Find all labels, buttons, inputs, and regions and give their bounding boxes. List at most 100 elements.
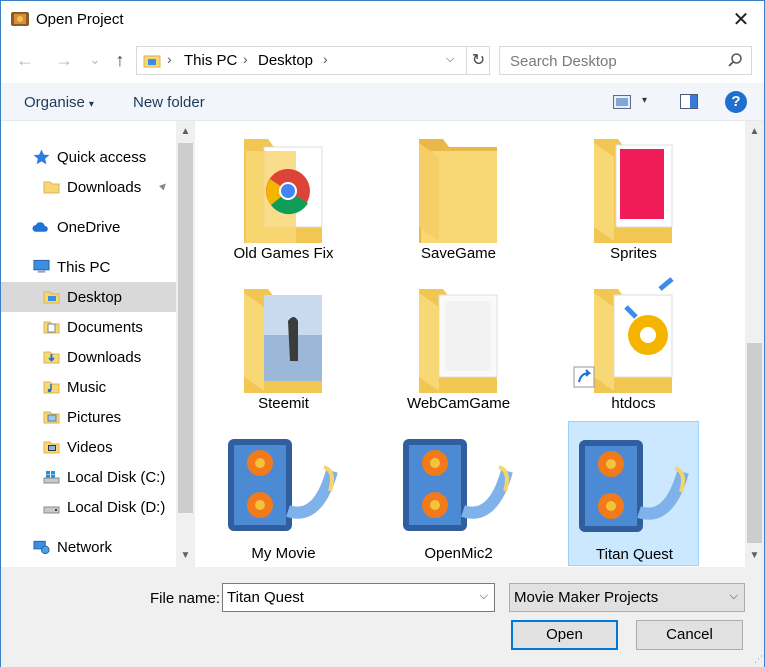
sidebar-item-videos[interactable]: Videos	[1, 432, 176, 462]
sidebar-item-label: Desktop	[67, 289, 123, 306]
recent-locations-button[interactable]: ⌄	[84, 49, 106, 71]
scrollbar-thumb[interactable]	[178, 143, 193, 513]
new-folder-button[interactable]: New folder	[133, 94, 205, 111]
sidebar-item-documents[interactable]: Documents	[1, 312, 176, 342]
sidebar-item-music[interactable]: Music	[1, 372, 176, 402]
preview-pane-icon[interactable]	[680, 94, 698, 109]
view-options-icon[interactable]	[613, 95, 631, 109]
breadcrumb-separator: ›	[243, 51, 248, 67]
window-title: Open Project	[36, 11, 124, 28]
file-type-value: Movie Maker Projects	[514, 589, 659, 606]
sidebar-item-local-disk-d[interactable]: Local Disk (D:)	[1, 492, 176, 522]
sidebar-item-local-disk-c[interactable]: Local Disk (C:)	[1, 462, 176, 492]
view-dropdown-icon[interactable]: ▾	[642, 95, 647, 106]
sidebar-item-onedrive[interactable]: OneDrive	[1, 212, 176, 242]
sidebar-item-pictures[interactable]: Pictures	[1, 402, 176, 432]
chevron-down-icon: ⌄	[89, 52, 101, 67]
sidebar-item-label: Local Disk (C:)	[67, 469, 166, 486]
breadcrumb-separator: ›	[323, 51, 328, 67]
dialog-footer: File name: Titan Quest ⌵ Movie Maker Pro…	[1, 567, 764, 667]
up-button[interactable]: ↑	[109, 49, 131, 71]
movie-maker-app-icon	[11, 12, 29, 26]
sidebar-item-desktop[interactable]: Desktop	[1, 282, 176, 312]
folder-icon	[43, 181, 60, 194]
sidebar-item-this-pc[interactable]: This PC	[1, 252, 176, 282]
folder-icon	[43, 291, 60, 304]
open-button[interactable]: Open	[511, 620, 618, 650]
open-project-dialog: Open Project ✕ ← → ⌄ ↑ › This PC › Deskt…	[0, 0, 765, 667]
file-name: SaveGame	[420, 245, 497, 262]
file-list: Old Games Fix SaveGame Sprites Steemit W…	[197, 121, 745, 567]
download-folder-icon	[43, 351, 60, 364]
document-folder-icon	[43, 321, 60, 334]
sidebar-item-network[interactable]: Network	[1, 532, 176, 562]
scroll-up-icon[interactable]: ▲	[176, 123, 195, 141]
file-item-savegame[interactable]: SaveGame	[393, 121, 524, 266]
computer-icon	[33, 259, 50, 273]
scrollbar-thumb[interactable]	[747, 343, 762, 543]
sidebar-item-label: Downloads	[67, 349, 142, 366]
pin-icon: ▲	[155, 177, 172, 195]
file-name: Sprites	[610, 245, 657, 262]
search-icon	[728, 53, 742, 67]
file-name: Titan Quest	[596, 546, 673, 563]
help-icon: ?	[731, 93, 741, 110]
scroll-down-icon[interactable]: ▼	[176, 547, 195, 565]
back-arrow-icon: ←	[16, 50, 34, 70]
chevron-down-icon: ⌵	[729, 590, 738, 602]
file-name: WebCamGame	[406, 395, 511, 412]
folder-icon	[419, 139, 497, 243]
organise-menu-button[interactable]: Organise ▾	[24, 94, 94, 111]
sidebar-item-label: Pictures	[67, 409, 122, 426]
sidebar-item-quick-access[interactable]: Quick access	[1, 142, 176, 172]
file-item-openmic2[interactable]: OpenMic2	[393, 421, 524, 566]
caret-down-icon: ▾	[88, 99, 94, 110]
videos-folder-icon	[43, 441, 60, 454]
file-name-value[interactable]: Titan Quest	[227, 589, 304, 606]
music-folder-icon	[43, 381, 60, 394]
sidebar-item-downloads-pinned[interactable]: Downloads ▲	[1, 172, 176, 202]
file-name: My Movie	[251, 545, 316, 562]
cloud-icon	[32, 222, 48, 232]
file-item-my-movie[interactable]: My Movie	[218, 421, 349, 566]
close-button[interactable]: ✕	[718, 1, 764, 38]
refresh-button[interactable]: ↻	[466, 47, 490, 74]
forward-button[interactable]: →	[53, 49, 75, 71]
address-bar[interactable]: › This PC › Desktop › ⌵ ↻	[136, 46, 490, 75]
movie-project-icon	[228, 439, 338, 531]
breadcrumb-this-pc[interactable]: This PC	[184, 52, 237, 69]
navigation-scrollbar[interactable]: ▲ ▼	[176, 121, 195, 567]
file-item-titan-quest[interactable]: Titan Quest	[568, 421, 699, 566]
file-name: OpenMic2	[424, 545, 493, 562]
search-input[interactable]: Search Desktop	[510, 53, 617, 70]
scroll-up-icon[interactable]: ▲	[745, 123, 764, 141]
file-type-select[interactable]: Movie Maker Projects ⌵	[509, 583, 745, 612]
file-item-htdocs[interactable]: htdocs	[568, 271, 699, 416]
help-button[interactable]: ?	[725, 91, 747, 113]
cancel-button[interactable]: Cancel	[636, 620, 743, 650]
windows-disk-icon	[43, 471, 60, 484]
sidebar-item-label: Quick access	[57, 149, 147, 166]
scroll-down-icon[interactable]: ▼	[745, 547, 764, 565]
address-dropdown-icon[interactable]: ⌵	[446, 53, 462, 66]
network-icon	[33, 540, 50, 555]
file-name-field[interactable]: Titan Quest ⌵	[222, 583, 495, 612]
breadcrumb-desktop[interactable]: Desktop	[258, 52, 313, 69]
file-item-old-games-fix[interactable]: Old Games Fix	[218, 121, 349, 266]
close-icon: ✕	[732, 9, 750, 31]
resize-grip-icon[interactable]: ⋰	[754, 654, 763, 665]
sidebar-item-label: Music	[67, 379, 107, 396]
sidebar-item-label: This PC	[57, 259, 111, 276]
file-name: Steemit	[258, 395, 309, 412]
sidebar-item-downloads[interactable]: Downloads	[1, 342, 176, 372]
chevron-down-icon[interactable]: ⌵	[480, 590, 488, 603]
file-list-scrollbar[interactable]: ▲ ▼	[745, 121, 764, 567]
sidebar-item-label: Videos	[67, 439, 113, 456]
sidebar-item-label: Local Disk (D:)	[67, 499, 166, 516]
file-item-webcamgame[interactable]: WebCamGame	[393, 271, 524, 416]
file-item-sprites[interactable]: Sprites	[568, 121, 699, 266]
file-item-steemit[interactable]: Steemit	[218, 271, 349, 416]
search-box[interactable]: Search Desktop	[499, 46, 752, 75]
organise-label: Organise	[24, 94, 85, 111]
back-button[interactable]: ←	[14, 49, 36, 71]
